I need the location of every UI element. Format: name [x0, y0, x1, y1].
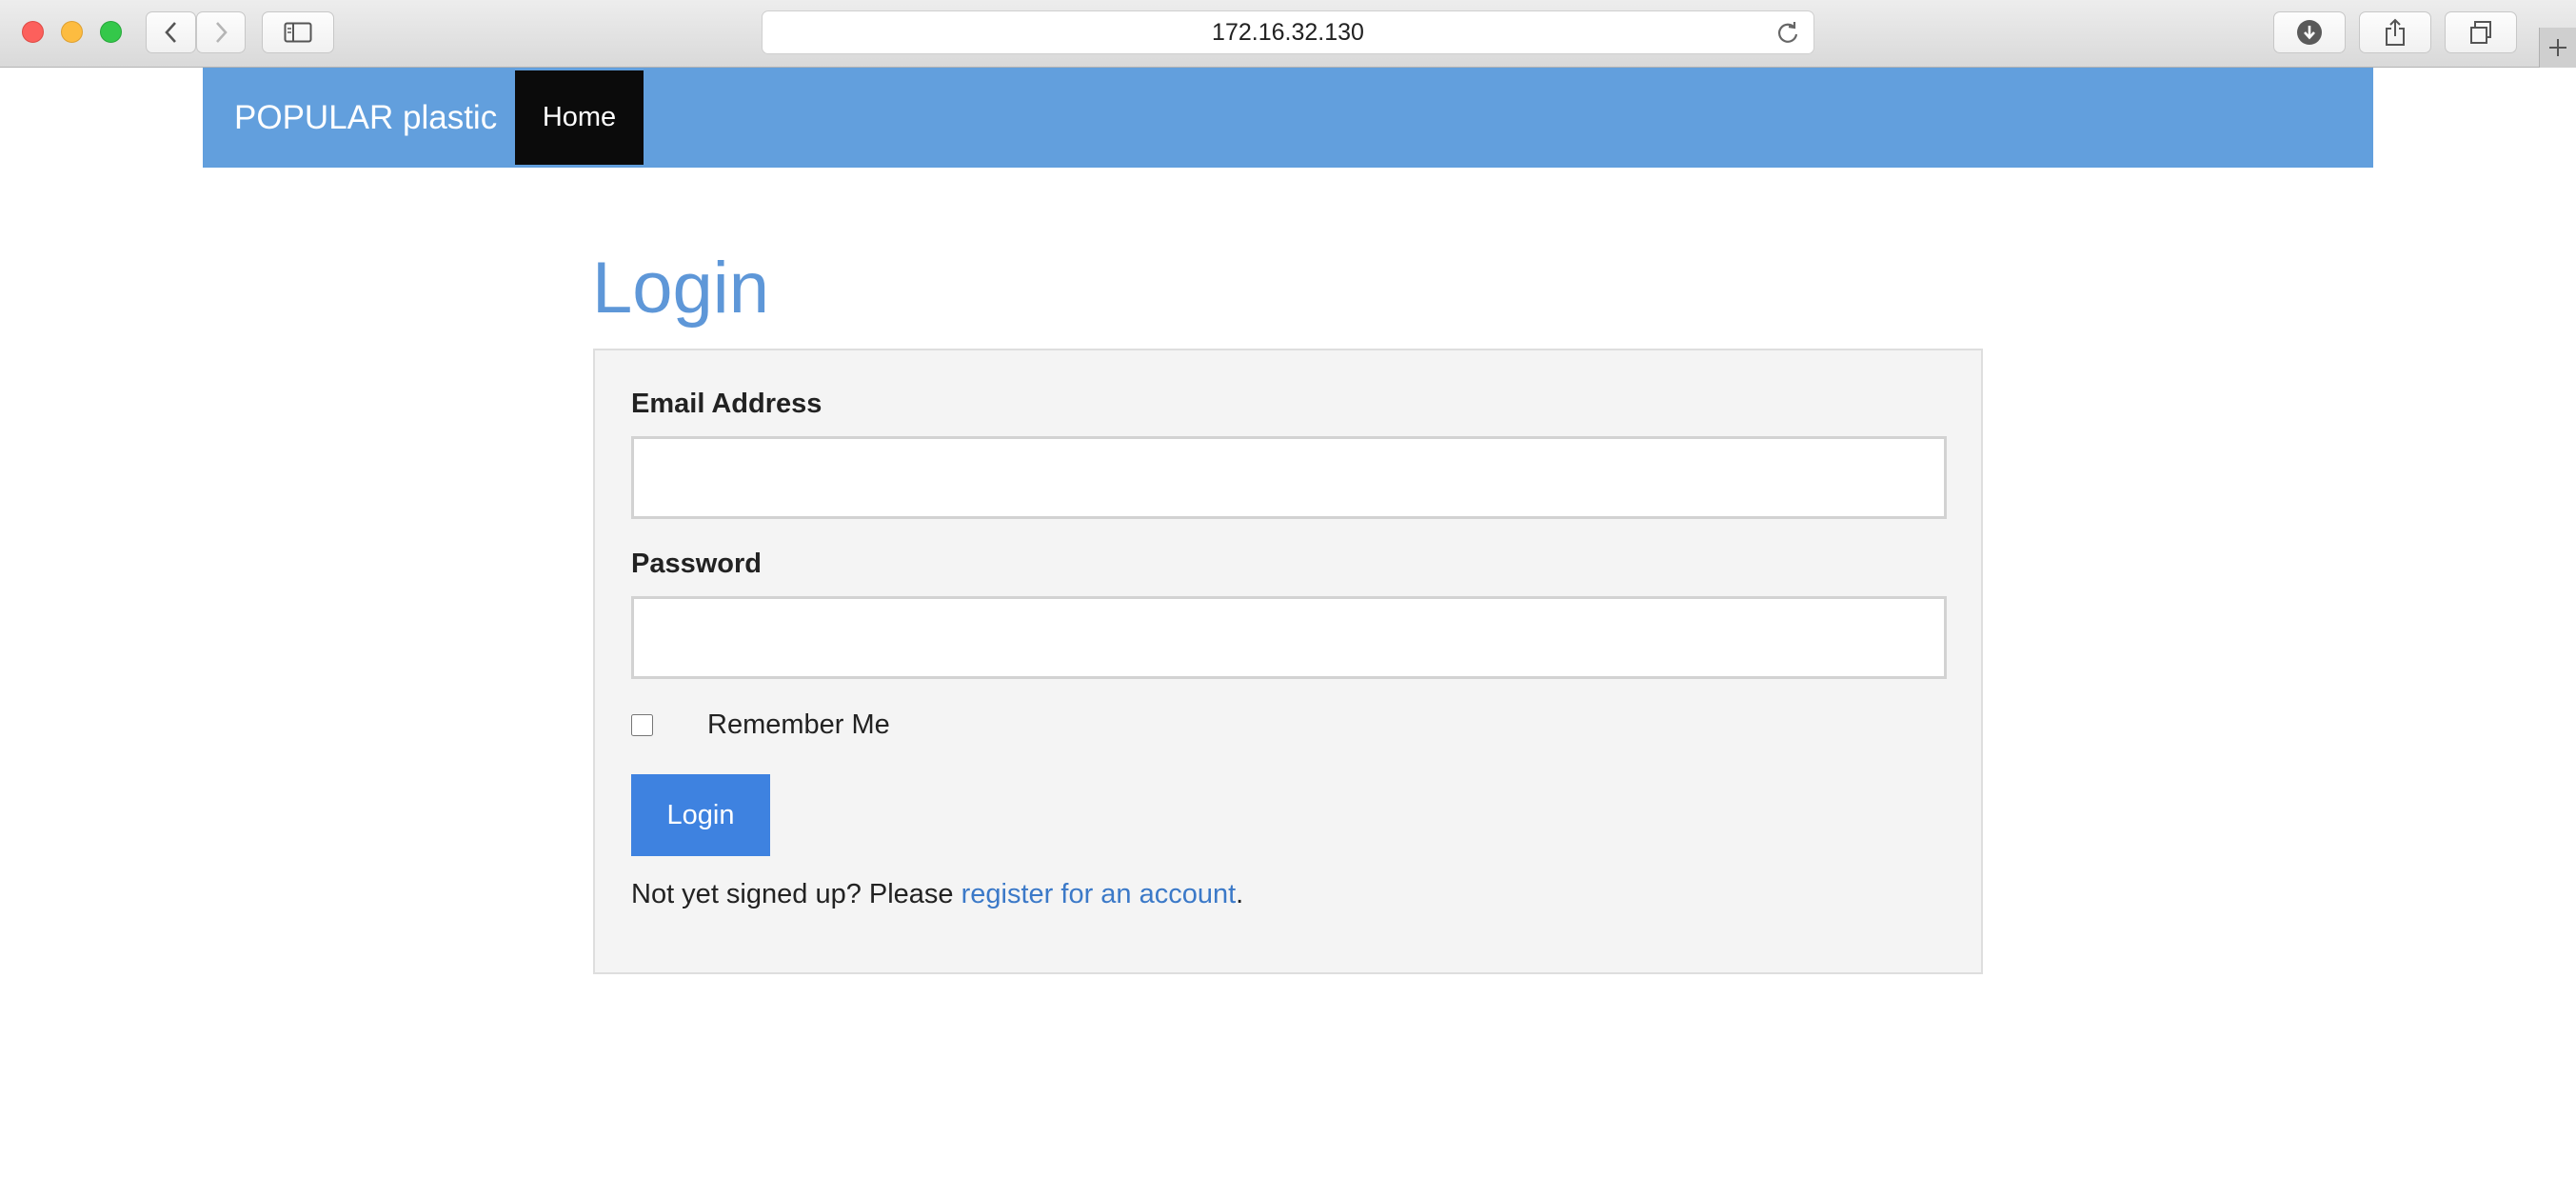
password-label: Password [631, 549, 762, 579]
download-icon [2297, 20, 2322, 45]
back-button[interactable] [146, 11, 196, 53]
forward-button[interactable] [196, 11, 246, 53]
brand-link[interactable]: POPULAR plastic [234, 68, 497, 168]
site-navbar: POPULAR plastic Home [203, 68, 2373, 168]
plus-icon [2549, 39, 2566, 56]
forward-icon [216, 22, 228, 43]
address-bar[interactable]: 172.16.32.130 [762, 10, 1814, 54]
page-title: Login [592, 248, 769, 329]
email-field[interactable] [631, 436, 1947, 519]
password-field[interactable] [631, 596, 1947, 679]
tabs-icon [2470, 21, 2491, 44]
downloads-button[interactable] [2273, 11, 2346, 53]
sidebar-icon [284, 22, 312, 43]
nav-item-home[interactable]: Home [515, 70, 644, 165]
browser-toolbar: 172.16.32.130 [0, 0, 2576, 68]
close-window-button[interactable] [22, 21, 44, 43]
minimize-window-button[interactable] [61, 21, 83, 43]
signup-suffix: . [1236, 879, 1244, 909]
remember-me-checkbox[interactable] [631, 714, 653, 736]
email-label: Email Address [631, 389, 822, 419]
remember-me-row: Remember Me [631, 709, 890, 741]
login-button[interactable]: Login [631, 774, 770, 856]
zoom-window-button[interactable] [100, 21, 122, 43]
share-button[interactable] [2359, 11, 2431, 53]
share-icon [2386, 18, 2405, 46]
login-form: Email Address Password Remember Me Login… [593, 349, 1983, 974]
signup-text: Not yet signed up? Please register for a… [631, 879, 1243, 910]
back-icon [164, 22, 176, 43]
new-tab-button[interactable] [2539, 28, 2576, 68]
remember-me-label[interactable]: Remember Me [707, 709, 890, 741]
signup-prefix: Not yet signed up? Please [631, 879, 961, 909]
sidebar-button[interactable] [262, 11, 334, 53]
tabs-overview-button[interactable] [2445, 11, 2517, 53]
url-text: 172.16.32.130 [1212, 18, 1364, 46]
reload-icon[interactable] [1775, 21, 1800, 46]
register-link[interactable]: register for an account [961, 879, 1237, 909]
